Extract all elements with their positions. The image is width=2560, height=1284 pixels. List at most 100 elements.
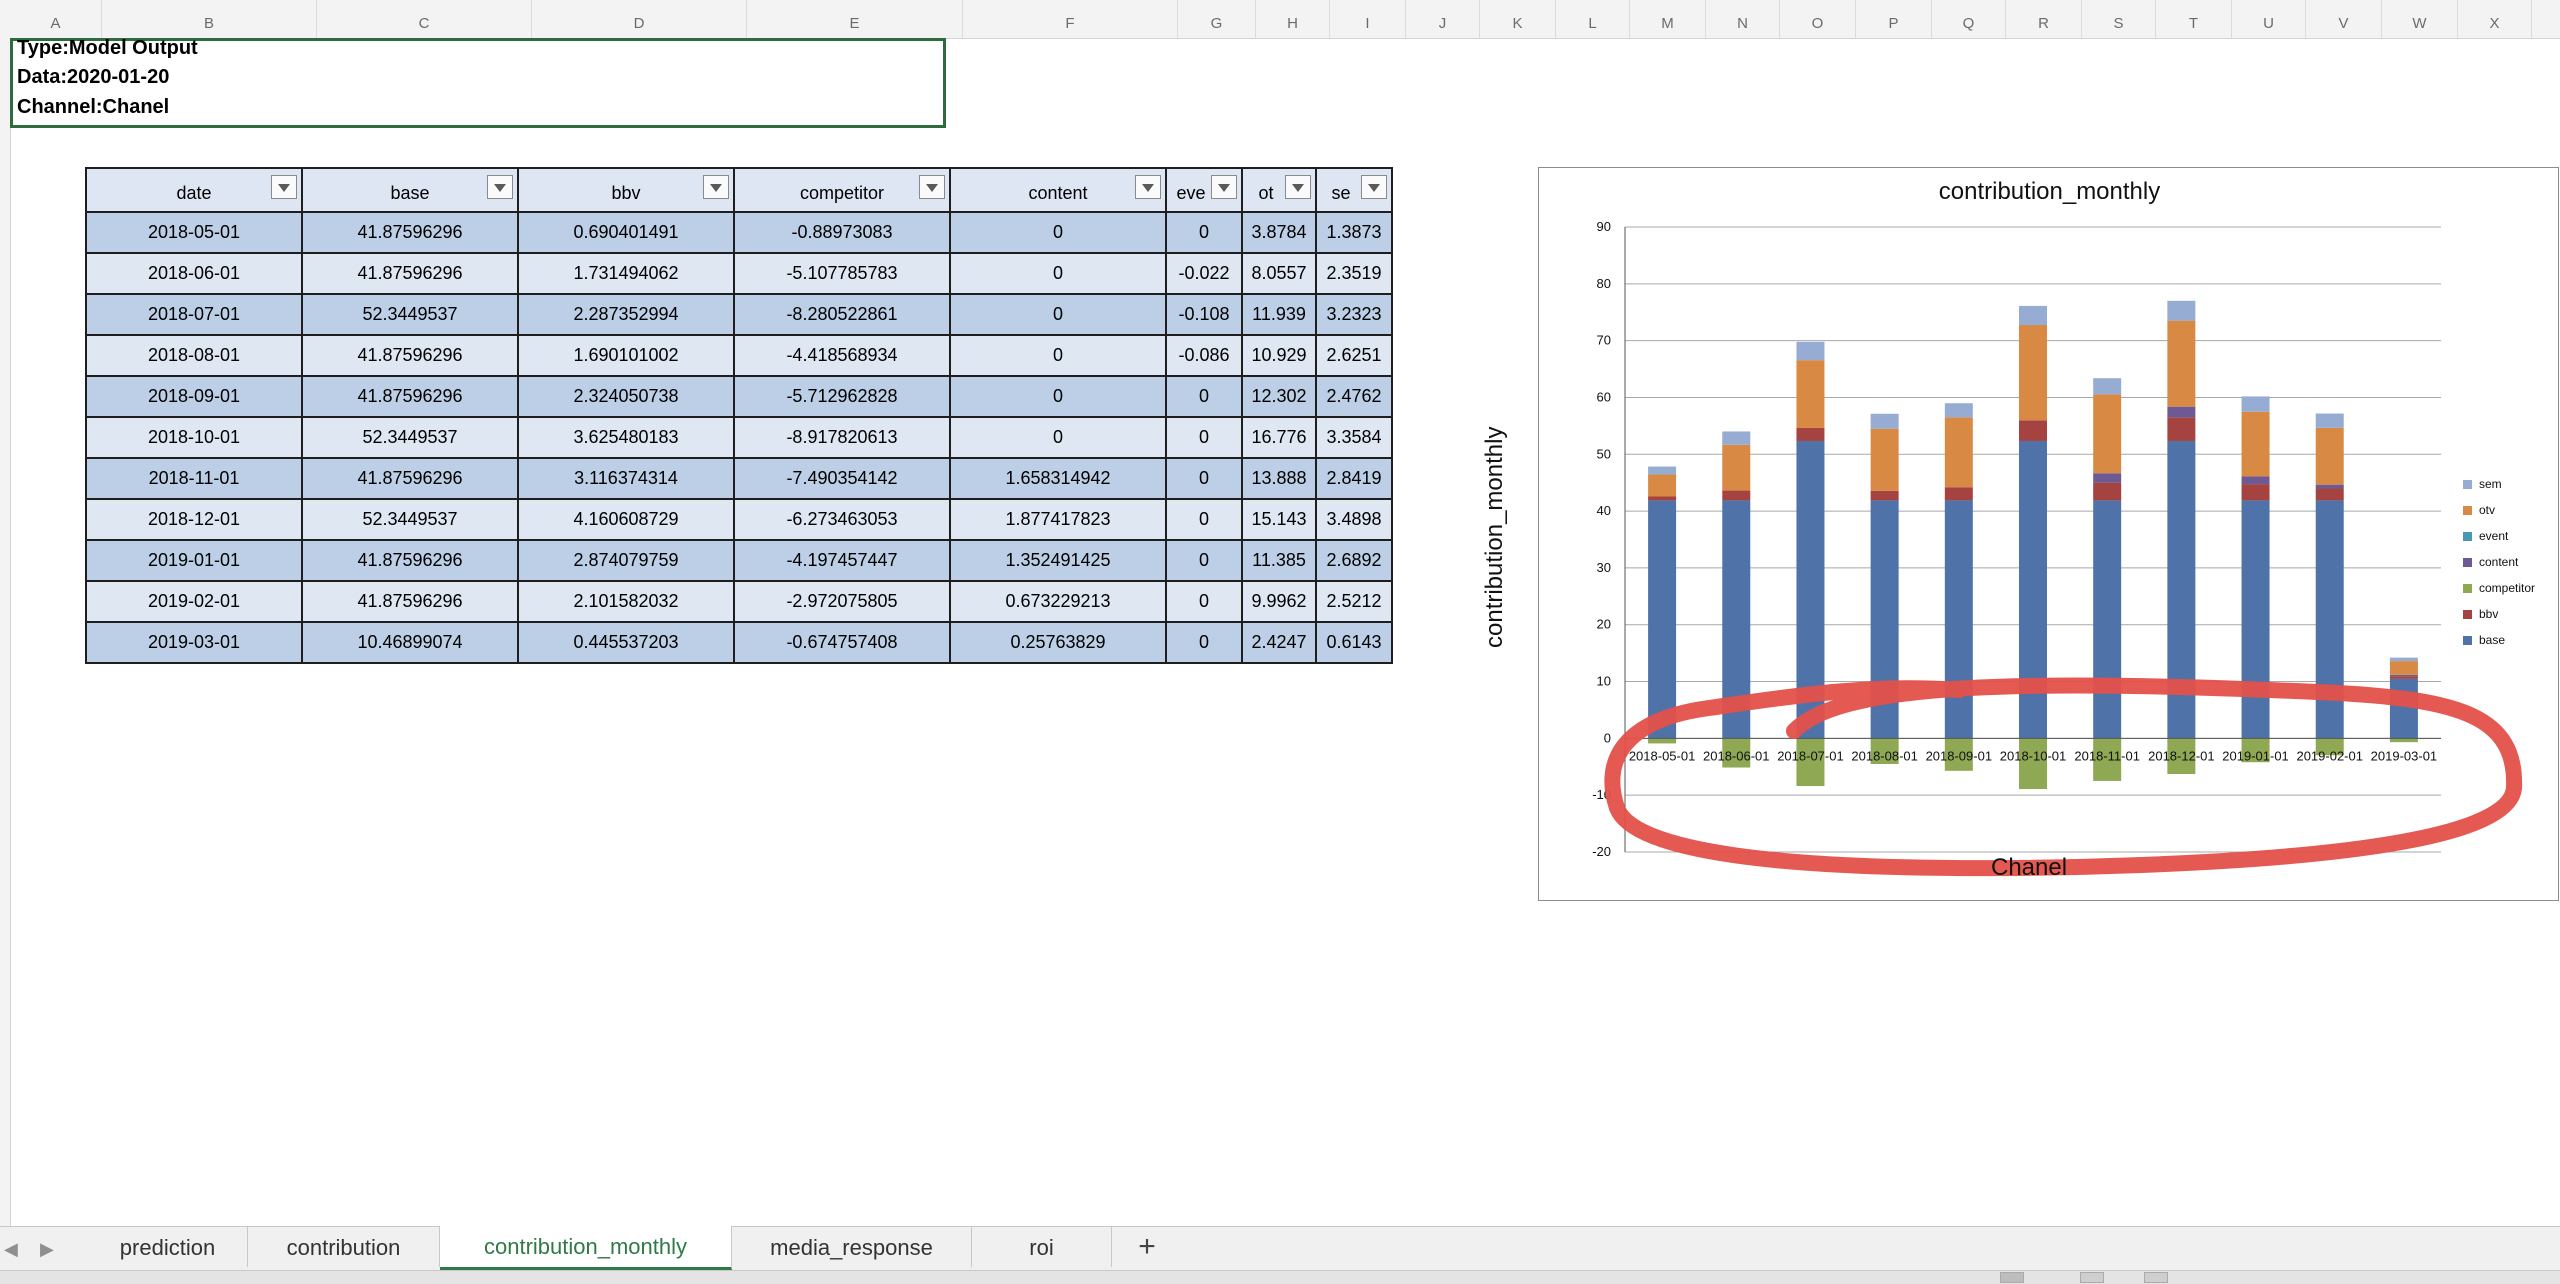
table-cell[interactable]: -0.086 [1165,334,1243,377]
table-cell[interactable]: 2.287352994 [517,293,735,336]
table-cell[interactable]: 52.3449537 [301,416,519,459]
table-cell[interactable]: 3.4898 [1315,498,1393,541]
filter-dropdown-icon[interactable] [1211,175,1237,199]
table-cell[interactable]: 52.3449537 [301,293,519,336]
table-cell[interactable]: 1.731494062 [517,252,735,295]
table-cell[interactable]: 16.776 [1241,416,1317,459]
table-cell[interactable]: -2.972075805 [733,580,951,623]
table-cell[interactable]: 13.888 [1241,457,1317,500]
table-cell[interactable]: 15.143 [1241,498,1317,541]
table-cell[interactable]: 41.87596296 [301,457,519,500]
sheet-tab-roi[interactable]: roi [972,1227,1112,1267]
table-cell[interactable]: 0 [949,334,1167,377]
table-cell[interactable]: 2.324050738 [517,375,735,418]
column-header-f[interactable]: F [963,0,1178,38]
table-cell[interactable]: 1.3873 [1315,211,1393,254]
table-cell[interactable]: 0 [949,293,1167,336]
table-cell[interactable]: 0.6143 [1315,621,1393,664]
column-header-g[interactable]: G [1178,0,1256,38]
column-header-s[interactable]: S [2082,0,2156,38]
sheet-tab-contribution[interactable]: contribution [248,1227,440,1267]
table-cell[interactable]: 0 [949,252,1167,295]
scroll-right-icon[interactable]: ▶ [40,1239,54,1260]
table-cell[interactable]: 0 [1165,416,1243,459]
table-cell[interactable]: 41.87596296 [301,252,519,295]
filter-dropdown-icon[interactable] [271,175,297,199]
column-header-o[interactable]: O [1780,0,1856,38]
column-header-b[interactable]: B [102,0,317,38]
column-header-i[interactable]: I [1330,0,1406,38]
table-cell[interactable]: 0.25763829 [949,621,1167,664]
table-cell[interactable]: 3.2323 [1315,293,1393,336]
table-cell[interactable]: -0.674757408 [733,621,951,664]
filter-dropdown-icon[interactable] [1361,175,1387,199]
table-cell[interactable]: 1.877417823 [949,498,1167,541]
table-cell[interactable]: 3.625480183 [517,416,735,459]
table-cell[interactable]: 41.87596296 [301,375,519,418]
column-header-k[interactable]: K [1480,0,1556,38]
filter-dropdown-icon[interactable] [919,175,945,199]
column-header-d[interactable]: D [532,0,747,38]
table-cell[interactable]: 8.0557 [1241,252,1317,295]
table-cell[interactable]: 2.6251 [1315,334,1393,377]
table-cell[interactable]: 0 [1165,498,1243,541]
table-cell[interactable]: 2018-11-01 [85,457,303,500]
table-cell[interactable]: 2019-03-01 [85,621,303,664]
table-cell[interactable]: -5.712962828 [733,375,951,418]
table-cell[interactable]: 2018-09-01 [85,375,303,418]
column-header-p[interactable]: P [1856,0,1932,38]
table-cell[interactable]: 2018-06-01 [85,252,303,295]
column-header-a[interactable]: A [10,0,102,38]
table-cell[interactable]: -4.197457447 [733,539,951,582]
table-cell[interactable]: -7.490354142 [733,457,951,500]
table-cell[interactable]: 0 [1165,375,1243,418]
table-cell[interactable]: -8.280522861 [733,293,951,336]
table-cell[interactable]: 2.4247 [1241,621,1317,664]
sheet-tab-prediction[interactable]: prediction [88,1227,248,1267]
column-header-h[interactable]: H [1256,0,1330,38]
table-cell[interactable]: 9.9962 [1241,580,1317,623]
table-cell[interactable]: 0 [1165,211,1243,254]
table-cell[interactable]: 2.874079759 [517,539,735,582]
table-cell[interactable]: 2018-12-01 [85,498,303,541]
scroll-left-icon[interactable]: ◀ [4,1239,18,1260]
table-cell[interactable]: 2.4762 [1315,375,1393,418]
table-cell[interactable]: -4.418568934 [733,334,951,377]
column-header-w[interactable]: W [2382,0,2458,38]
table-cell[interactable]: 3.116374314 [517,457,735,500]
table-cell[interactable]: -0.88973083 [733,211,951,254]
sheet-tab-contribution-monthly[interactable]: contribution_monthly [440,1226,732,1270]
column-header-n[interactable]: N [1706,0,1780,38]
table-cell[interactable]: -0.108 [1165,293,1243,336]
table-cell[interactable]: 0 [949,375,1167,418]
table-cell[interactable]: 41.87596296 [301,580,519,623]
table-cell[interactable]: 41.87596296 [301,211,519,254]
column-header-m[interactable]: M [1630,0,1706,38]
table-cell[interactable]: -0.022 [1165,252,1243,295]
column-header-j[interactable]: J [1406,0,1480,38]
add-sheet-button[interactable]: + [1112,1227,1182,1267]
filter-dropdown-icon[interactable] [703,175,729,199]
table-cell[interactable]: 10.46899074 [301,621,519,664]
page-layout-view-icon[interactable] [2080,1272,2104,1283]
table-cell[interactable]: 2.8419 [1315,457,1393,500]
table-cell[interactable]: 2019-02-01 [85,580,303,623]
table-cell[interactable]: -5.107785783 [733,252,951,295]
table-cell[interactable]: 1.690101002 [517,334,735,377]
chart-container[interactable]: -20 -10 0 10 20 30 40 50 60 70 80 90 2018-05-01 2018-… [1481,167,2559,901]
table-cell[interactable]: 3.3584 [1315,416,1393,459]
table-cell[interactable]: 2.6892 [1315,539,1393,582]
table-cell[interactable]: 0 [1165,621,1243,664]
table-cell[interactable]: 2018-07-01 [85,293,303,336]
info-block[interactable]: Type:Model Output Data:2020-01-20 Channe… [10,37,946,128]
column-header-c[interactable]: C [317,0,532,38]
column-header-e[interactable]: E [747,0,963,38]
table-cell[interactable]: 11.939 [1241,293,1317,336]
table-cell[interactable]: 2.101582032 [517,580,735,623]
table-cell[interactable]: 1.658314942 [949,457,1167,500]
column-header-y[interactable]: Y [2532,0,2560,38]
table-cell[interactable]: 0.445537203 [517,621,735,664]
table-cell[interactable]: 0 [949,416,1167,459]
table-cell[interactable]: 2018-05-01 [85,211,303,254]
table-cell[interactable]: 11.385 [1241,539,1317,582]
